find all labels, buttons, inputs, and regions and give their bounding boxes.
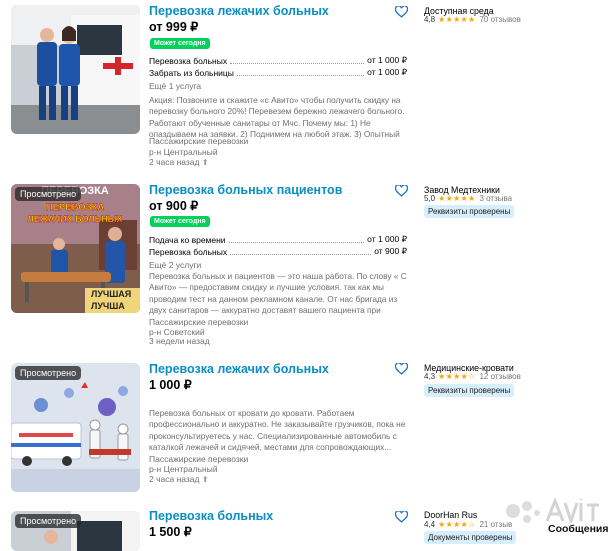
viewed-badge: Просмотрено: [15, 187, 82, 201]
more-services-link[interactable]: Ещё 2 услуги: [149, 260, 201, 270]
rating-value: 4,3: [424, 372, 436, 381]
listing-title[interactable]: Перевозка больных пациентов: [149, 183, 342, 197]
service-row: Забрать из больницы от 1 000 ₽: [149, 67, 407, 78]
listing-title[interactable]: Перевозка больных: [149, 509, 273, 523]
reviews-count[interactable]: 3 отзыва: [479, 194, 512, 203]
listing-category: Пассажирские перевозки: [149, 454, 249, 464]
viewed-badge: Просмотрено: [15, 366, 82, 380]
favorite-heart-icon[interactable]: [395, 363, 408, 375]
service-name: Подача ко времени: [149, 235, 226, 245]
seller-rating: 5,0 ★★★★★ 3 отзыва: [424, 194, 512, 203]
available-today-badge: Может сегодня: [150, 216, 210, 227]
listing-title[interactable]: Перевозка лежачих больных: [149, 4, 329, 18]
verified-chip: Реквизиты проверены: [424, 205, 515, 218]
verified-chip: Реквизиты проверены: [424, 384, 515, 397]
listing-description: Перевозка больных и пациентов — это наша…: [149, 271, 407, 315]
service-row: Перевозка больных от 900 ₽: [149, 246, 407, 257]
rating-stars-icon: ★★★★☆: [438, 520, 476, 529]
seller-rating: 4,8 ★★★★★ 70 отзывов: [424, 15, 521, 24]
listing-photo[interactable]: [11, 5, 140, 134]
reviews-count[interactable]: 70 отзывов: [479, 15, 520, 24]
listing-time: 2 часа назад ⬆: [149, 474, 209, 484]
available-today-badge: Может сегодня: [150, 38, 210, 49]
time-text: 2 часа назад: [149, 474, 200, 484]
listing-description: Перевозка больных от кровати до кровати.…: [149, 408, 406, 452]
seller-name[interactable]: DoorHan Rus: [424, 510, 477, 520]
promoted-arrow-icon: ⬆: [201, 158, 209, 167]
favorite-heart-icon[interactable]: [395, 511, 408, 523]
image-text: ЛЕЖАЧИХ БОЛЬНЫХ: [28, 214, 123, 224]
service-price: от 1 000 ₽: [367, 55, 407, 65]
image-text: ПЕРЕВОЗКА: [46, 202, 105, 213]
listing-title[interactable]: Перевозка лежачих больных: [149, 362, 329, 376]
listing-time: 2 часа назад ⬆: [149, 157, 209, 167]
listing-price: от 999 ₽: [149, 20, 199, 34]
favorite-heart-icon[interactable]: [395, 6, 408, 18]
service-row: Перевозка больных от 1 000 ₽: [149, 55, 407, 66]
listing-district: р-н Центральный: [149, 147, 218, 157]
ambulance-photo: [11, 5, 140, 134]
image-text: ЛУЧШАЯ: [91, 289, 131, 299]
listing-photo[interactable]: Просмотрено ПЕРЕВОЗКА ПЕРЕВОЗКА ЛЕЖАЧИХ …: [11, 184, 140, 313]
rating-value: 4,4: [424, 520, 436, 529]
rating-value: 5,0: [424, 194, 436, 203]
listing-time: 3 недели назад: [149, 336, 210, 346]
listing-price: 1 000 ₽: [149, 378, 192, 392]
viewed-badge: Просмотрено: [15, 514, 82, 528]
stretcher-photo: ПЕРЕВОЗКА ПЕРЕВОЗКА ЛЕЖАЧИХ БОЛЬНЫХ ЛУЧШ…: [11, 184, 140, 313]
seller-rating: 4,4 ★★★★☆ 21 отзыв: [424, 520, 512, 529]
listing-photo[interactable]: Просмотрено: [11, 363, 140, 492]
ambulance-illustration: [11, 363, 140, 492]
more-services-link[interactable]: Ещё 1 услуга: [149, 81, 201, 91]
service-name: Перевозка больных: [149, 247, 228, 257]
messages-button[interactable]: Сообщения: [548, 523, 609, 535]
service-price: от 1 000 ₽: [367, 67, 407, 77]
listing-category: Пассажирские перевозки: [149, 136, 249, 146]
leader-dots: [228, 242, 365, 243]
reviews-count[interactable]: 12 отзывов: [479, 372, 520, 381]
image-text: ЛУЧША: [91, 301, 125, 311]
listing-description: Акция: Позвоните и скажите «с Авито» что…: [149, 95, 405, 139]
rating-stars-icon: ★★★★★: [438, 194, 476, 203]
listing-category: Пассажирские перевозки: [149, 317, 249, 327]
service-row: Подача ко времени от 1 000 ₽: [149, 234, 407, 245]
service-price: от 900 ₽: [374, 246, 407, 256]
favorite-heart-icon[interactable]: [395, 185, 408, 197]
rating-value: 4,8: [424, 15, 436, 24]
leader-dots: [236, 75, 365, 76]
service-name: Забрать из больницы: [149, 68, 234, 78]
service-price: от 1 000 ₽: [367, 234, 407, 244]
rating-stars-icon: ★★★★★: [438, 15, 476, 24]
leader-dots: [230, 254, 372, 255]
seller-rating: 4,3 ★★★★☆ 12 отзывов: [424, 372, 521, 381]
rating-stars-icon: ★★★★☆: [438, 372, 476, 381]
listing-photo[interactable]: Просмотрено: [11, 511, 140, 551]
verified-chip: Документы проверены: [424, 531, 517, 544]
listing-district: р-н Центральный: [149, 464, 218, 474]
listing-price: 1 500 ₽: [149, 525, 192, 539]
service-name: Перевозка больных: [149, 56, 228, 66]
promoted-arrow-icon: ⬆: [201, 475, 209, 484]
listing-price: от 900 ₽: [149, 199, 199, 213]
leader-dots: [230, 63, 365, 64]
time-text: 2 часа назад: [149, 157, 200, 167]
